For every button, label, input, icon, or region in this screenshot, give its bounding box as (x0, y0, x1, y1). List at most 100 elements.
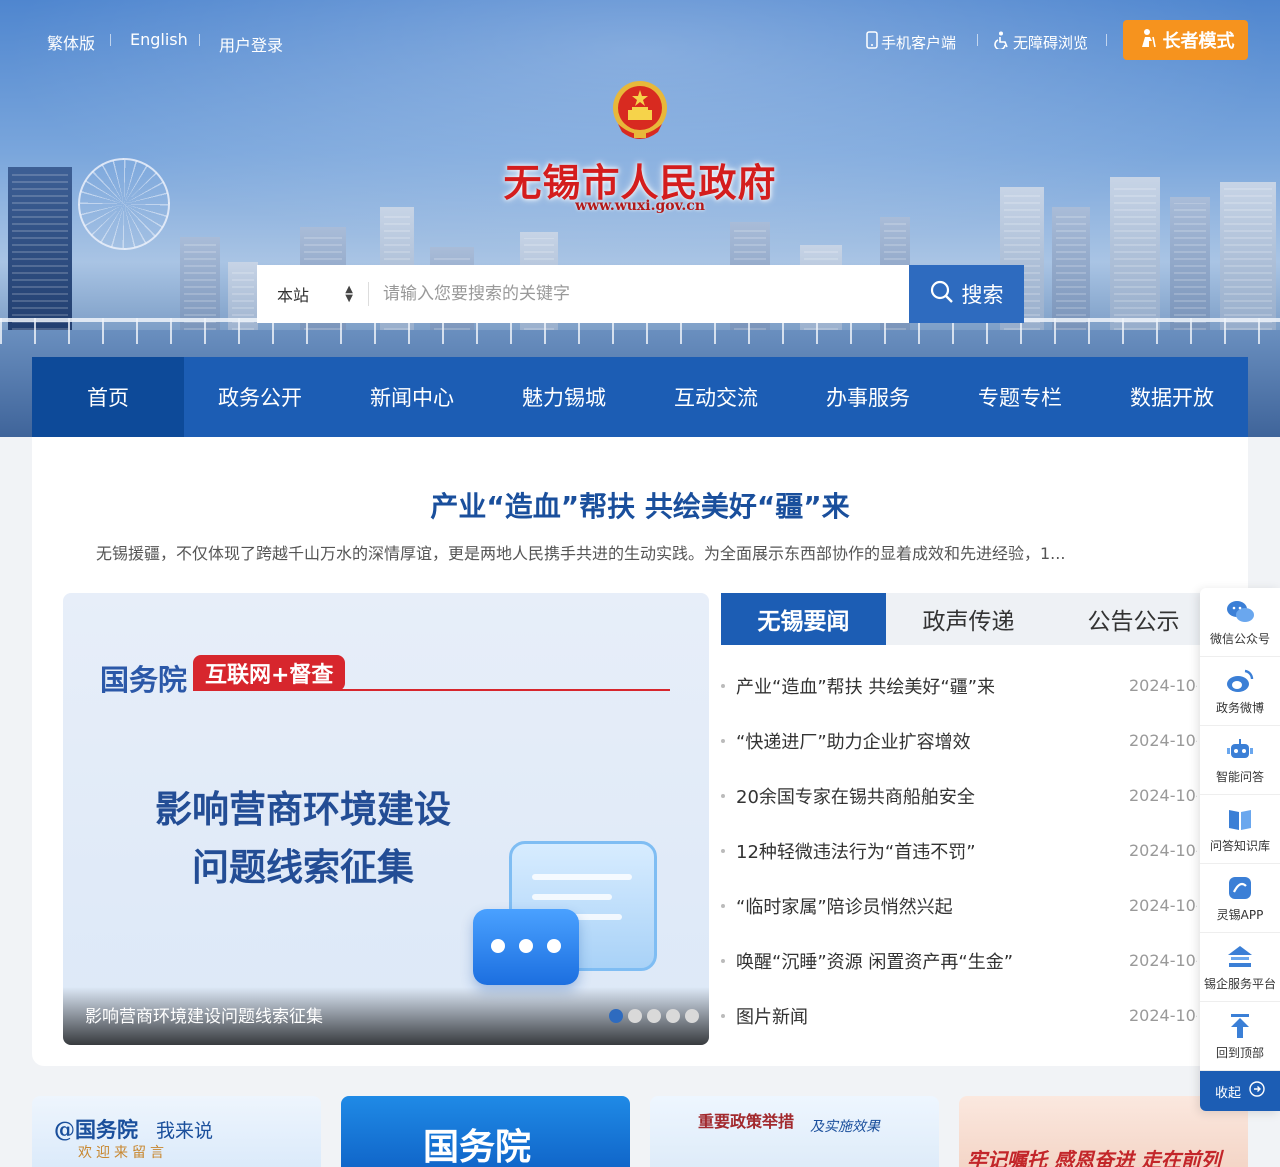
floating-sidebar: 微信公众号 政务微博 智能问答 问答知识库 灵锡APP 锡企服务平台 回到顶部 … (1200, 588, 1280, 1111)
accessibility-label: 无障碍浏览 (1013, 33, 1089, 52)
list-item[interactable]: 20余国专家在锡共商船舶安全 2024-10- (721, 768, 1197, 823)
float-wechat[interactable]: 微信公众号 (1200, 588, 1280, 657)
nav-home[interactable]: 首页 (32, 357, 184, 437)
headline-title[interactable]: 产业“造血”帮扶 共绘美好“疆”来 (32, 485, 1248, 525)
float-back-to-top[interactable]: 回到顶部 (1200, 1002, 1280, 1071)
slide-line-2: 问题线索征集 (192, 846, 414, 889)
list-item[interactable]: 唤醒“沉睡”资源 闲置资产再“生金” 2024-10- (721, 933, 1197, 988)
float-weibo[interactable]: 政务微博 (1200, 657, 1280, 726)
slide-caption: 影响营商环境建设问题线索征集 (85, 1007, 323, 1027)
float-label: 锡企服务平台 (1203, 976, 1276, 991)
search-scope-value: 本站 (277, 286, 310, 305)
nav-interaction[interactable]: 互动交流 (640, 357, 792, 437)
user-login-link[interactable]: 用户登录 (219, 32, 283, 56)
search-scope-select[interactable]: 本站 ▲ ▼ (257, 265, 369, 323)
carousel-dot[interactable] (685, 1009, 699, 1023)
list-item[interactable]: “快递进厂”助力企业扩容增效 2024-10- (721, 713, 1197, 768)
slide-divider (193, 689, 670, 691)
carousel-dot[interactable] (609, 1009, 623, 1023)
book-icon (1229, 809, 1251, 830)
news-title: 唤醒“沉睡”资源 闲置资产再“生金” (736, 951, 1014, 973)
list-item[interactable]: 图片新闻 2024-10- (721, 988, 1197, 1043)
main-nav: 首页 政务公开 新闻中心 魅力锡城 互动交流 办事服务 专题专栏 数据开放 (32, 357, 1248, 437)
promo-card-policy-measures[interactable]: 重要政策举措 及实施效果 (650, 1096, 939, 1167)
list-item[interactable]: 12种轻微违法行为“首违不罚” 2024-10- (721, 823, 1197, 878)
elder-mode-label: 长者模式 (1162, 31, 1235, 52)
weibo-icon (1227, 669, 1254, 692)
search-icon (930, 280, 954, 309)
list-item[interactable]: “临时家属”陪诊员悄然兴起 2024-10- (721, 878, 1197, 933)
float-label: 回到顶部 (1215, 1045, 1264, 1060)
wheelchair-icon (994, 31, 1010, 53)
carousel-dot[interactable] (628, 1009, 642, 1023)
traditional-chinese-link[interactable]: 繁体版 (47, 30, 95, 54)
news-title: “临时家属”陪诊员悄然兴起 (736, 896, 953, 918)
message-dots-icon (473, 909, 579, 985)
national-emblem-icon (610, 80, 670, 144)
slide-tag: 互联网+督查 (193, 655, 346, 691)
news-title: “快递进厂”助力企业扩容增效 (736, 731, 971, 753)
accessibility-link[interactable]: 无障碍浏览 (994, 31, 1088, 53)
news-tabs: 无锡要闻 政声传递 公告公示 (721, 593, 1217, 645)
news-date: 2024-10- (1129, 896, 1197, 915)
float-label: 微信公众号 (1209, 631, 1270, 646)
float-knowledge-base[interactable]: 问答知识库 (1200, 795, 1280, 864)
news-title: 20余国专家在锡共商船舶安全 (736, 786, 975, 808)
float-collapse-button[interactable]: 收起 (1200, 1071, 1280, 1111)
elder-mode-button[interactable]: 长者模式 (1123, 20, 1248, 60)
promo-card-subtitle: 及实施效果 (810, 1119, 880, 1135)
carousel-dot[interactable] (666, 1009, 680, 1023)
divider (199, 34, 200, 46)
divider (977, 34, 978, 46)
up-down-arrows-icon: ▲ ▼ (345, 284, 353, 304)
nav-government-affairs[interactable]: 政务公开 (184, 357, 336, 437)
float-label: 灵锡APP (1216, 907, 1264, 922)
tab-announcements[interactable]: 公告公示 (1051, 593, 1216, 645)
list-item[interactable]: 产业“造血”帮扶 共绘美好“疆”来 2024-10- (721, 658, 1197, 713)
tab-wuxi-news[interactable]: 无锡要闻 (721, 593, 886, 645)
elder-person-icon (1137, 28, 1157, 53)
search-button-label: 搜索 (961, 283, 1004, 307)
slide-org: 国务院 (100, 663, 188, 697)
promo-card-title: @国务院 (54, 1117, 138, 1142)
float-smart-qa[interactable]: 智能问答 (1200, 726, 1280, 795)
bullet-icon (721, 683, 725, 688)
news-title: 图片新闻 (736, 1006, 808, 1028)
promo-card-state-council[interactable]: 国务院 (341, 1096, 630, 1167)
english-link[interactable]: English (130, 30, 188, 49)
float-label: 政务微博 (1215, 700, 1264, 715)
promo-card-title: 重要政策举措 (698, 1112, 795, 1131)
nav-charm-city[interactable]: 魅力锡城 (488, 357, 640, 437)
carousel-slide[interactable]: 国务院 互联网+督查 影响营商环境建设 问题线索征集 影响营商环境建设问题线索征… (63, 593, 709, 1045)
news-title: 产业“造血”帮扶 共绘美好“疆”来 (736, 676, 996, 698)
news-date: 2024-10- (1129, 1006, 1197, 1025)
news-date: 2024-10- (1129, 951, 1197, 970)
mobile-client-link[interactable]: 手机客户端 (866, 31, 956, 53)
float-enterprise-service[interactable]: 锡企服务平台 (1200, 933, 1280, 1002)
carousel-dot[interactable] (647, 1009, 661, 1023)
nav-open-data[interactable]: 数据开放 (1096, 357, 1248, 437)
site-url: www.wuxi.gov.cn (575, 198, 705, 214)
search-button[interactable]: 搜索 (909, 265, 1024, 323)
mobile-client-label: 手机客户端 (881, 33, 957, 52)
news-date: 2024-10- (1129, 841, 1197, 860)
nav-services[interactable]: 办事服务 (792, 357, 944, 437)
promo-card-state-council-message[interactable]: @国务院 我来说 欢迎来留言 (32, 1096, 321, 1167)
news-date: 2024-10- (1129, 786, 1197, 805)
main-panel: 产业“造血”帮扶 共绘美好“疆”来 无锡援疆，不仅体现了跨越千山万水的深情厚谊，… (32, 437, 1248, 1066)
search-bar: 本站 ▲▼ 搜索 (257, 265, 1024, 323)
carousel-dots (609, 1009, 699, 1023)
nav-news-center[interactable]: 新闻中心 (336, 357, 488, 437)
arrow-up-icon (1231, 1013, 1249, 1038)
arrow-right-circle-icon (1249, 1081, 1265, 1101)
news-list: 产业“造血”帮扶 共绘美好“疆”来 2024-10- “快递进厂”助力企业扩容增效… (721, 658, 1197, 1043)
headline-summary: 无锡援疆，不仅体现了跨越千山万水的深情厚谊，更是两地人民携手共进的生动实践。为全… (96, 544, 1066, 563)
promo-card-subtitle: 我来说 (156, 1120, 214, 1142)
tab-government-voice[interactable]: 政声传递 (886, 593, 1051, 645)
app-icon (1229, 876, 1251, 899)
divider (1106, 34, 1107, 46)
float-lingxi-app[interactable]: 灵锡APP (1200, 864, 1280, 933)
search-input[interactable] (369, 265, 909, 323)
nav-special-topics[interactable]: 专题专栏 (944, 357, 1096, 437)
wechat-icon (1227, 600, 1254, 622)
